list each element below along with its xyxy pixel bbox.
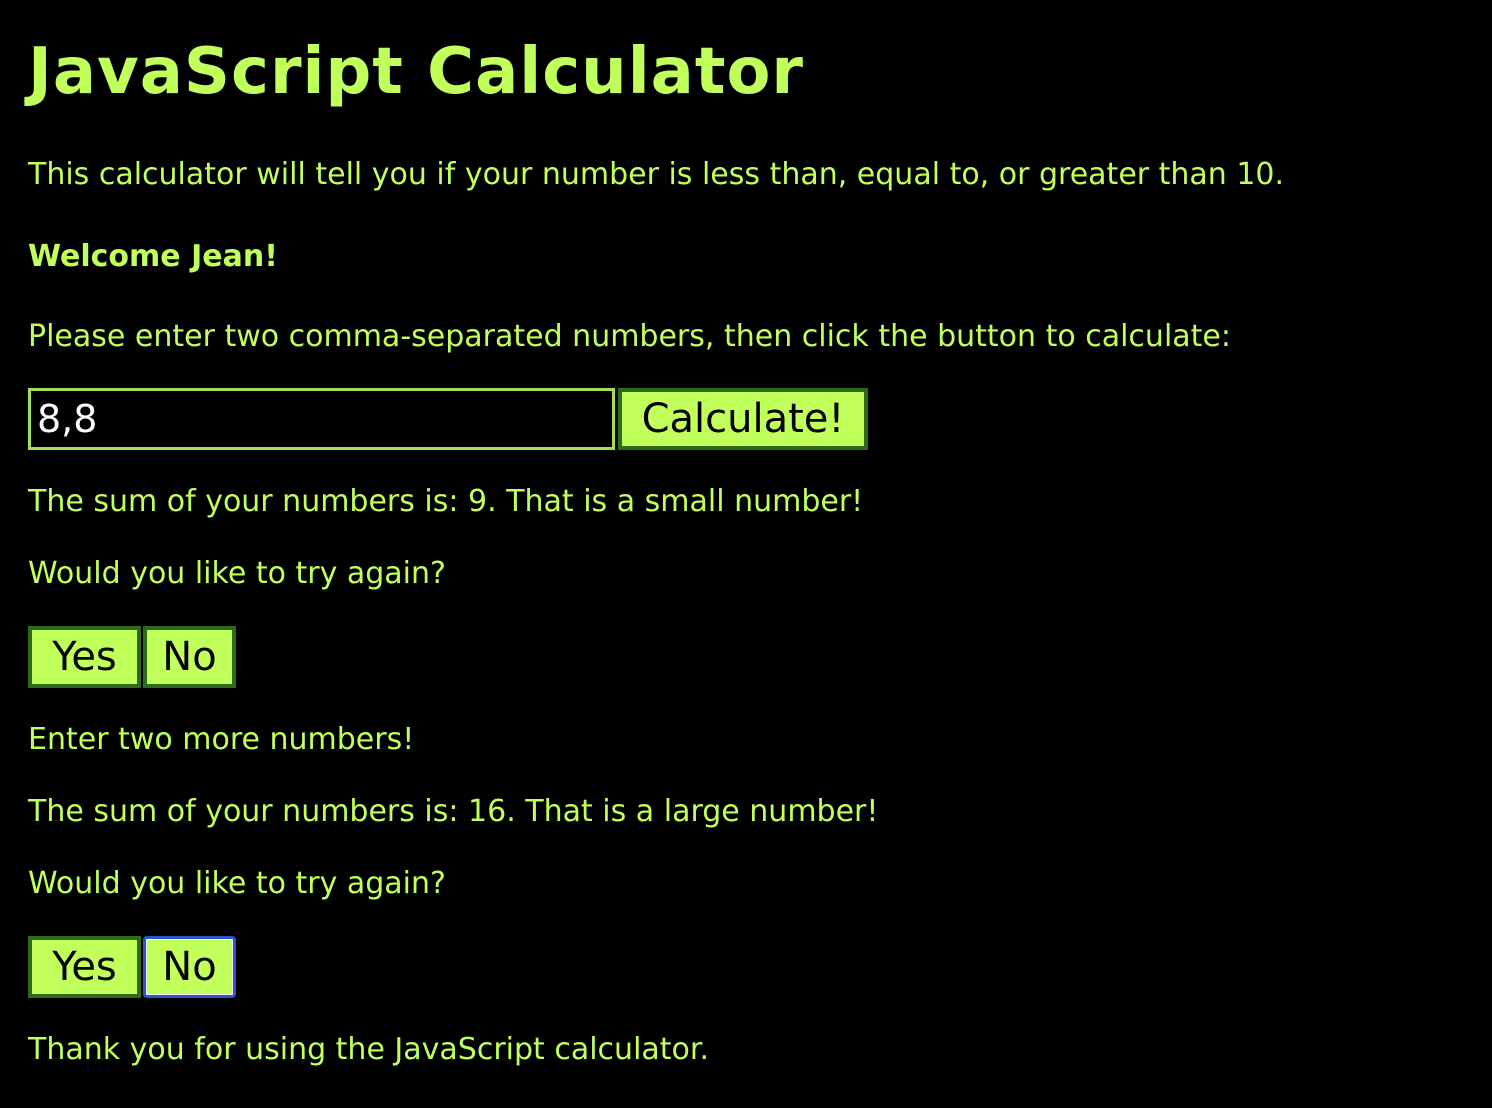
calculate-button[interactable]: Calculate! <box>618 388 868 450</box>
yes-button[interactable]: Yes <box>28 626 141 688</box>
welcome-message: Welcome Jean! <box>28 239 278 274</box>
try-again-prompt-2: Would you like to try again? <box>28 866 446 901</box>
try-again-buttons-2: Yes No <box>28 936 236 998</box>
try-again-prompt-1: Would you like to try again? <box>28 556 446 591</box>
no-button[interactable]: No <box>143 936 236 998</box>
calculator-form: Calculate! <box>28 388 868 450</box>
intro-text: This calculator will tell you if your nu… <box>28 157 1285 192</box>
yes-button[interactable]: Yes <box>28 936 141 998</box>
numbers-input[interactable] <box>28 388 615 450</box>
no-button[interactable]: No <box>143 626 236 688</box>
more-numbers-text: Enter two more numbers! <box>28 722 415 757</box>
instructions-text: Please enter two comma-separated numbers… <box>28 319 1231 354</box>
try-again-buttons-1: Yes No <box>28 626 236 688</box>
closing-message: Thank you for using the JavaScript calcu… <box>28 1032 710 1067</box>
page-title: JavaScript Calculator <box>28 35 804 109</box>
result-message-2: The sum of your numbers is: 16. That is … <box>28 794 879 829</box>
result-message-1: The sum of your numbers is: 9. That is a… <box>28 484 864 519</box>
